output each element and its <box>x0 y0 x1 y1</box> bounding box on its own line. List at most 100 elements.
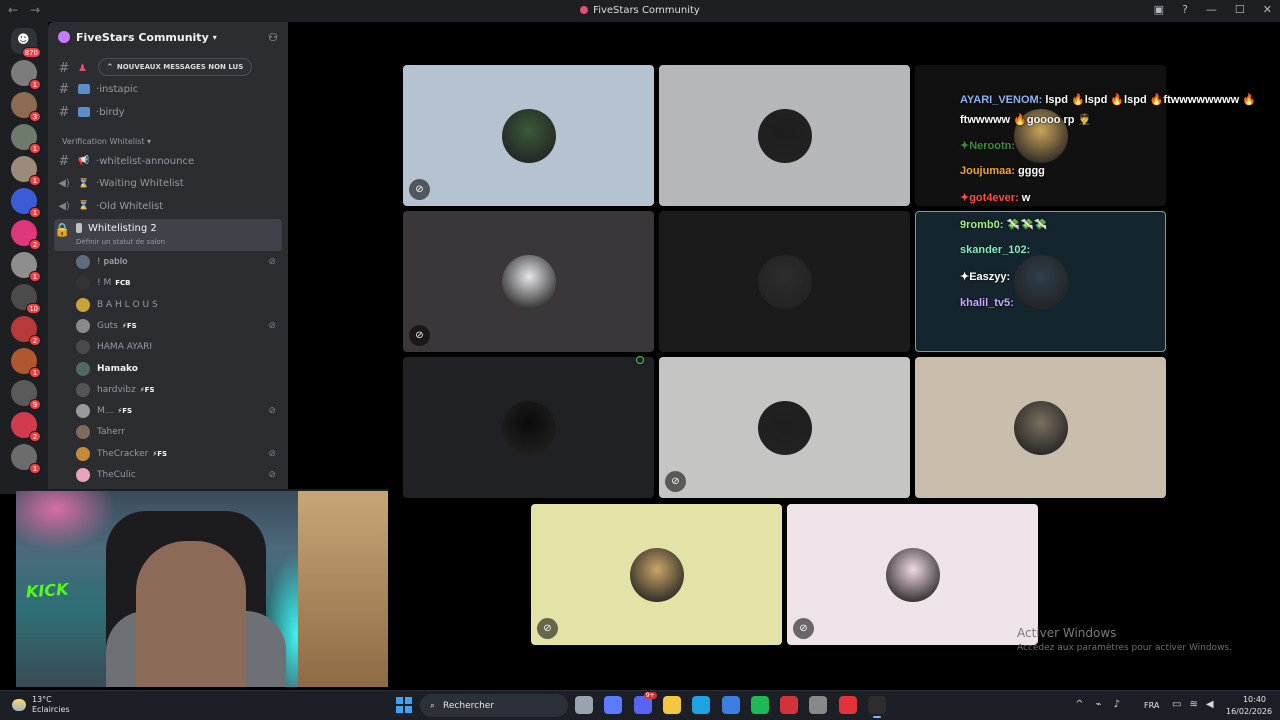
volume-icon[interactable]: ◀ <box>1206 699 1214 710</box>
display-icon[interactable]: ▭ <box>1172 699 1181 710</box>
participant-tile[interactable] <box>915 65 1166 206</box>
guild-header[interactable]: FiveStars Community ▾ ⚇ <box>48 22 288 52</box>
server-badge: 2 <box>29 239 41 250</box>
server-icon[interactable]: 9 <box>11 380 41 410</box>
participant-tile[interactable]: ⊘ <box>659 357 910 498</box>
server-icon[interactable]: 10 <box>11 284 41 314</box>
chat-message: skander_102: <box>960 244 1033 256</box>
category-verification[interactable]: Verification Whitelist ▾ <box>62 137 151 146</box>
voice-member[interactable]: Hamako <box>76 359 282 379</box>
server-icon[interactable]: 1 <box>11 348 41 378</box>
weather-widget[interactable]: 13°C Eclaircies <box>12 695 70 715</box>
channel-waiting-whitelist[interactable]: ◀) ⌛ · Waiting Whitelist <box>56 174 282 194</box>
participant-tile[interactable] <box>915 357 1166 498</box>
channel-whitelisting-2[interactable]: 🔒 Whitelisting 2 Définir un statut de sa… <box>54 219 282 251</box>
server-icon[interactable]: 1 <box>11 188 41 218</box>
file-explorer-icon[interactable] <box>662 696 681 714</box>
participant-tile[interactable]: ⊘ <box>403 211 654 352</box>
mic-muted-icon: ⊘ <box>268 320 276 331</box>
channel-status-hint[interactable]: Définir un statut de salon <box>76 238 165 246</box>
chevron-up-icon[interactable]: ^ <box>1075 699 1083 710</box>
participant-tile[interactable] <box>403 357 654 498</box>
server-badge: 3 <box>29 111 41 122</box>
chrome-icon[interactable] <box>809 696 828 714</box>
task-view-icon[interactable] <box>575 696 593 714</box>
inbox-icon[interactable]: ▣ <box>1154 3 1164 16</box>
channel-name: instapic <box>99 83 139 95</box>
participant-avatar <box>885 547 940 602</box>
guild-name: FiveStars Community <box>76 30 209 44</box>
participant-tile[interactable]: ⊘ <box>787 504 1038 645</box>
discord-icon[interactable]: 9+ <box>633 692 657 714</box>
chat-username: 9romb0: <box>960 219 1004 231</box>
participant-tile[interactable]: ⊘ <box>531 504 782 645</box>
spotify-icon[interactable] <box>750 696 769 714</box>
mic-muted-icon: ⊘ <box>537 618 558 639</box>
help-icon[interactable]: ? <box>1182 3 1188 16</box>
voice-member[interactable]: Taherr <box>76 422 282 442</box>
chat-username: ✦got4ever: <box>960 192 1019 204</box>
member-tag: FCB <box>115 279 131 288</box>
edge-icon[interactable] <box>692 696 711 714</box>
voice-member[interactable]: HAMA AYARI <box>76 337 282 357</box>
channel-instapic[interactable]: # · instapic <box>56 79 282 99</box>
participant-tile[interactable]: ⊘ <box>403 65 654 206</box>
voice-member[interactable]: TheCulic ⊘ <box>76 465 282 485</box>
channel-whitelist-announce[interactable]: # 📢 · whitelist-announce <box>56 151 282 171</box>
language-indicator[interactable]: FRA <box>1144 701 1159 710</box>
app-b-icon[interactable] <box>838 696 857 714</box>
avatar <box>76 318 90 333</box>
voice-member[interactable]: TheCracker ⚡FS ⊘ <box>76 444 282 464</box>
home-button[interactable]: ☻ 870 <box>11 28 41 58</box>
app-red-icon[interactable] <box>780 696 799 714</box>
network-icon[interactable]: ⌁ <box>1096 699 1102 710</box>
server-icon[interactable]: 1 <box>11 156 41 186</box>
mic-icon[interactable]: ♪ <box>1114 699 1120 710</box>
participant-tile[interactable] <box>915 211 1166 352</box>
taskbar-search[interactable]: ⌕ Rechercher <box>420 694 568 717</box>
server-icon[interactable]: 2 <box>11 220 41 250</box>
channel-old-whitelist[interactable]: ◀) ⌛ · Old Whitelist <box>56 196 282 216</box>
mic-muted-icon: ⊘ <box>268 470 276 480</box>
close-icon[interactable]: ✕ <box>1263 3 1272 16</box>
voice-member[interactable]: hardvibz ⚡FS <box>76 380 282 400</box>
server-icon[interactable]: 1 <box>11 252 41 282</box>
clock[interactable]: 10:40 16/02/2026 <box>1226 694 1272 718</box>
server-icon[interactable]: 2 <box>11 316 41 346</box>
server-icon[interactable]: 3 <box>11 92 41 122</box>
participant-avatar <box>501 254 556 309</box>
copilot-icon[interactable] <box>604 696 623 714</box>
avatar <box>76 425 90 440</box>
new-messages-pill[interactable]: ^ NOUVEAUX MESSAGES NON LUS <box>98 58 253 76</box>
chat-message: khalil_tv5: <box>960 297 1017 309</box>
participant-tile[interactable] <box>659 211 910 352</box>
store-icon[interactable] <box>721 696 740 714</box>
voice-member[interactable]: Guts ⚡FS ⊘ <box>76 316 282 336</box>
member-name: hardvibz <box>97 384 136 395</box>
server-badge: 1 <box>29 79 41 90</box>
wifi-icon[interactable]: ≋ <box>1189 699 1197 710</box>
voice-member[interactable]: ! M FCB <box>76 273 282 293</box>
avatar <box>76 404 90 419</box>
add-member-icon[interactable]: ⚇ <box>268 31 278 44</box>
chevron-down-icon: ▾ <box>212 32 217 42</box>
obs-icon[interactable] <box>868 696 886 718</box>
voice-member[interactable]: M... ⚡FS ⊘ <box>76 401 282 421</box>
voice-member[interactable]: ! 𝐩𝐚𝐛𝐥𝐨 ⊘ <box>76 252 282 272</box>
voice-member[interactable]: B A H L O U S <box>76 295 282 315</box>
screen: ← → FiveStars Community ▣ ? — ☐ ✕ ☻ 870 … <box>0 0 1280 720</box>
system-tray: ^ ⌁ ♪ <box>1075 699 1120 710</box>
server-icon[interactable]: 1 <box>11 124 41 154</box>
minimize-icon[interactable]: — <box>1206 3 1217 16</box>
server-icon[interactable]: 2 <box>11 412 41 442</box>
channel-birdy[interactable]: # · birdy <box>56 102 282 122</box>
participant-tile[interactable] <box>659 65 910 206</box>
server-icon[interactable]: 1 <box>11 60 41 90</box>
hourglass-icon: ⌛ <box>78 201 90 211</box>
maximize-icon[interactable]: ☐ <box>1235 3 1245 16</box>
alarm-icon: ♟ <box>78 63 87 74</box>
windows-start-icon[interactable] <box>396 697 412 713</box>
avatar <box>76 276 90 291</box>
server-icon[interactable]: 1 <box>11 444 41 474</box>
chat-text: lspd 🔥lspd 🔥lspd 🔥ftwwwwwwww 🔥 <box>1045 94 1256 106</box>
